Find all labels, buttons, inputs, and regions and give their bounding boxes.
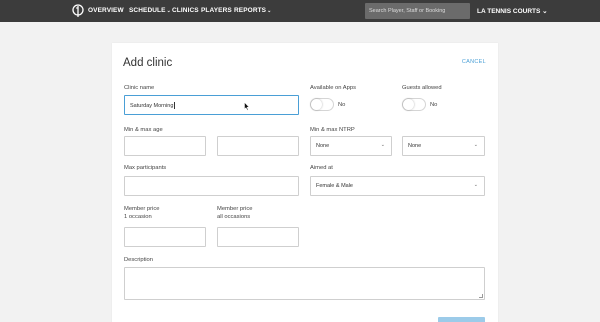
min-ntrp-select[interactable]: None ⌄ bbox=[310, 136, 392, 156]
member-price-all-label-line1: Member price bbox=[217, 206, 253, 212]
logo-icon[interactable] bbox=[72, 4, 84, 18]
member-price-label: Member price 1 occasion bbox=[124, 205, 159, 221]
nav-schedule[interactable]: SCHEDULE⌄ bbox=[129, 7, 171, 14]
age-label: Min & max age bbox=[124, 127, 163, 133]
cancel-button[interactable]: CANCEL bbox=[462, 59, 486, 65]
nav-schedule-label: SCHEDULE bbox=[129, 7, 166, 14]
member-price-label-line1: Member price bbox=[124, 206, 160, 212]
save-button[interactable] bbox=[438, 317, 485, 322]
member-price-all-label: Member price all occasions bbox=[217, 205, 252, 221]
nav-overview[interactable]: OVERVIEW bbox=[88, 7, 124, 14]
min-age-input[interactable] bbox=[124, 136, 206, 156]
search-input[interactable]: Search Player, Staff or Booking bbox=[365, 3, 470, 19]
max-participants-label: Max participants bbox=[124, 165, 167, 171]
clinic-name-label: Clinic name bbox=[124, 85, 155, 91]
aimed-at-label: Aimed at bbox=[310, 165, 333, 171]
chevron-down-icon: ⌄ bbox=[473, 182, 478, 188]
nav-reports[interactable]: REPORTS⌄ bbox=[234, 7, 271, 14]
max-participants-input[interactable] bbox=[124, 176, 299, 196]
nav-clinics[interactable]: CLINICS bbox=[172, 7, 199, 14]
available-on-apps-value: No bbox=[338, 102, 346, 108]
chevron-down-icon: ⌄ bbox=[166, 8, 171, 14]
member-price-all-label-line2: all occasions bbox=[217, 214, 251, 220]
max-ntrp-select[interactable]: None ⌄ bbox=[402, 136, 485, 156]
chevron-down-icon: ⌄ bbox=[380, 142, 385, 148]
guests-allowed-label: Guests allowed bbox=[402, 85, 442, 91]
guests-allowed-toggle[interactable] bbox=[402, 98, 426, 111]
member-price-label-line2: 1 occasion bbox=[124, 214, 152, 220]
max-age-input[interactable] bbox=[217, 136, 299, 156]
mouse-pointer-icon bbox=[244, 102, 250, 111]
aimed-at-select[interactable]: Female & Male ⌄ bbox=[310, 176, 485, 196]
text-cursor bbox=[173, 102, 175, 109]
chevron-down-icon: ⌄ bbox=[540, 8, 548, 15]
available-on-apps-toggle[interactable] bbox=[310, 98, 334, 111]
page-title: Add clinic bbox=[123, 57, 173, 69]
resize-handle-icon[interactable] bbox=[479, 294, 483, 298]
available-on-apps-label: Available on Apps bbox=[310, 85, 356, 91]
toggle-knob bbox=[403, 99, 414, 110]
chevron-down-icon: ⌄ bbox=[473, 142, 478, 148]
clinic-name-value: Saturday Morning bbox=[130, 102, 174, 109]
club-name: LA TENNIS COURTS bbox=[477, 8, 541, 15]
guests-allowed-value: No bbox=[430, 102, 438, 108]
chevron-down-icon: ⌄ bbox=[267, 8, 272, 14]
member-price-all-occasions-input[interactable] bbox=[217, 227, 299, 247]
club-selector[interactable]: LA TENNIS COURTS ⌄ bbox=[477, 7, 548, 15]
min-ntrp-value: None bbox=[316, 143, 330, 149]
member-price-one-occasion-input[interactable] bbox=[124, 227, 206, 247]
nav-players[interactable]: PLAYERS bbox=[201, 7, 232, 14]
max-ntrp-value: None bbox=[408, 143, 422, 149]
top-navigation-bar: OVERVIEW SCHEDULE⌄ CLINICS PLAYERS REPOR… bbox=[0, 0, 600, 22]
ntrp-label: Min & max NTRP bbox=[310, 127, 355, 133]
description-label: Description bbox=[124, 257, 153, 263]
toggle-knob bbox=[311, 99, 322, 110]
aimed-at-value: Female & Male bbox=[316, 183, 353, 189]
nav-reports-label: REPORTS bbox=[234, 7, 267, 14]
add-clinic-form: Add clinic CANCEL Clinic name Saturday M… bbox=[112, 43, 498, 322]
clinic-name-input[interactable]: Saturday Morning bbox=[124, 95, 299, 115]
description-textarea[interactable] bbox=[124, 267, 485, 300]
